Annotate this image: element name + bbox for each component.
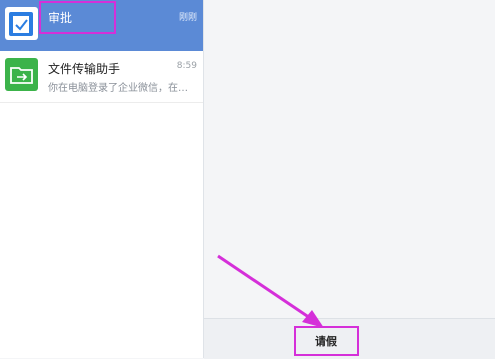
chat-item-time: 刚刚 [178, 13, 197, 23]
bottom-toolbar: 请假 [204, 318, 495, 359]
chat-list-pane: 审批 刚刚 文件传输助手 8:59 你在电脑登录了企业微信，在… [0, 0, 204, 358]
chat-item-name: 文件传输助手 [48, 62, 121, 76]
leave-highlight-box [294, 326, 359, 356]
approval-highlight-box [39, 1, 116, 34]
approval-check-icon [5, 7, 38, 40]
chat-item-time: 8:59 [176, 61, 197, 71]
folder-transfer-icon [5, 58, 38, 91]
list-divider [0, 102, 203, 103]
conversation-pane: 请假 [204, 0, 495, 359]
chat-item-file-transfer[interactable]: 文件传输助手 8:59 你在电脑登录了企业微信，在… [0, 51, 203, 102]
chat-item-preview: 你在电脑登录了企业微信，在… [48, 83, 188, 94]
